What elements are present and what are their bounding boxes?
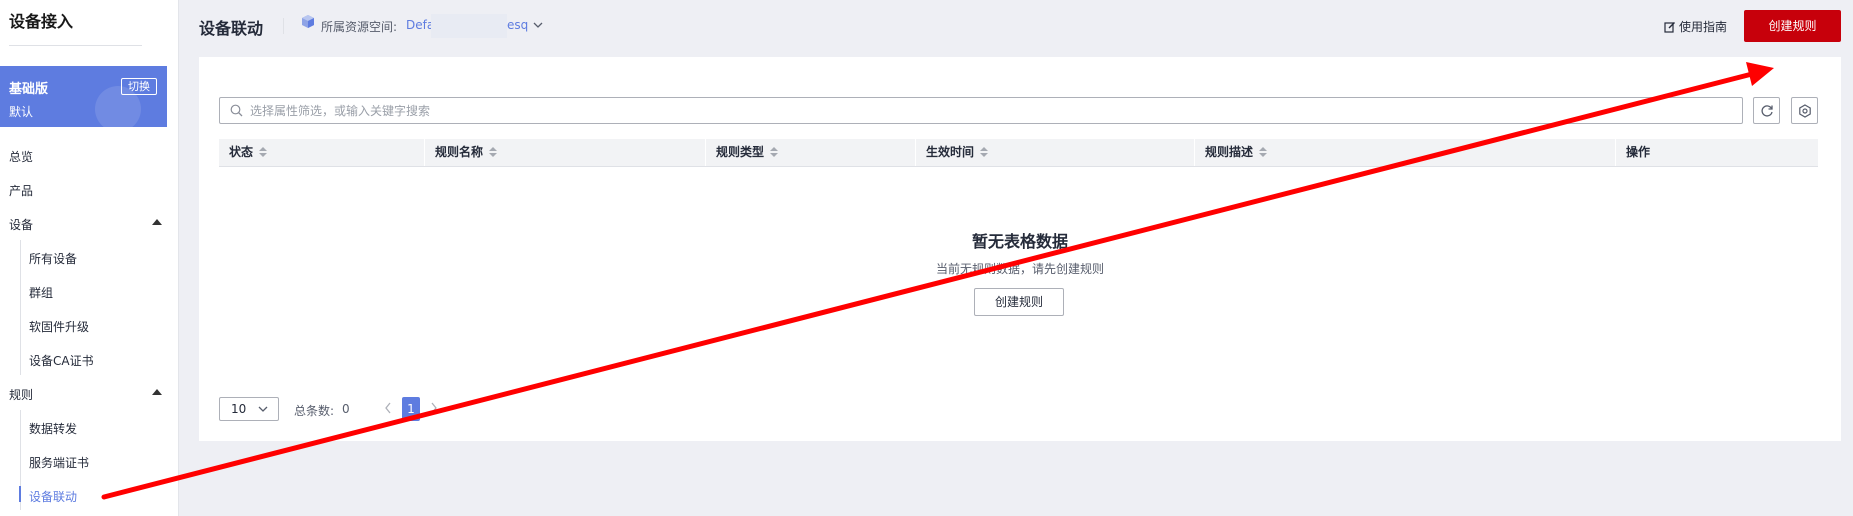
create-rule-button[interactable]: 创建规则 [1744, 10, 1841, 42]
chevron-down-icon [258, 406, 268, 412]
column-header-rule-type[interactable]: 规则类型 [706, 139, 916, 166]
usage-guide-label: 使用指南 [1679, 20, 1728, 34]
column-label: 生效时间 [926, 145, 975, 159]
sidebar-item-devices[interactable]: 设备 [9, 216, 169, 233]
page-title: 设备联动 [199, 19, 264, 38]
chevron-down-icon[interactable] [533, 20, 543, 30]
switch-edition-button[interactable]: 切换 [121, 78, 157, 95]
empty-state-description: 当前无规则数据，请先创建规则 [935, 262, 1104, 276]
sort-icon[interactable] [770, 147, 779, 158]
column-label: 规则类型 [716, 145, 765, 159]
settings-button[interactable] [1791, 97, 1818, 124]
edit-icon [1664, 22, 1675, 33]
page-size-select[interactable]: 10 [219, 397, 279, 421]
sort-icon[interactable] [980, 147, 989, 158]
column-label: 操作 [1626, 145, 1651, 159]
sidebar-item-server-cert[interactable]: 服务端证书 [29, 454, 89, 471]
page-number-current[interactable]: 1 [402, 397, 420, 421]
caret-up-icon [152, 219, 162, 225]
gear-icon [1799, 104, 1811, 118]
sidebar-item-all-devices[interactable]: 所有设备 [29, 250, 77, 267]
column-header-rule-description[interactable]: 规则描述 [1195, 139, 1616, 166]
chevron-right-icon[interactable] [430, 402, 438, 414]
sidebar-item-label: 规则 [9, 388, 34, 402]
refresh-icon [1761, 105, 1773, 117]
search-input[interactable] [250, 102, 1700, 120]
sidebar: 设备接入 基础版 默认 切换 总览 产品 设备 所有设备 群组 软固件升级 设备… [0, 0, 179, 516]
sort-icon[interactable] [489, 147, 498, 158]
sidebar-item-overview[interactable]: 总览 [9, 148, 33, 165]
total-count-label: 总条数: [294, 404, 335, 418]
total-count-value: 0 [342, 402, 350, 416]
page-size-value: 10 [231, 402, 247, 416]
table-header: 状态 规则名称 规则类型 生效时间 规则描述 操作 [219, 139, 1818, 166]
main-panel: 状态 规则名称 规则类型 生效时间 规则描述 操作 暂无表格数据 当前无规则数据… [199, 57, 1841, 441]
resource-space-value-tail[interactable]: esq [507, 18, 528, 32]
empty-state-title: 暂无表格数据 [971, 232, 1068, 251]
divider [283, 18, 284, 34]
redacted-area [431, 14, 507, 38]
divider [219, 166, 1818, 167]
usage-guide-link[interactable]: 使用指南 [1664, 18, 1727, 35]
sidebar-item-firmware-upgrade[interactable]: 软固件升级 [29, 318, 89, 335]
chevron-left-icon[interactable] [384, 402, 392, 414]
empty-create-rule-button[interactable]: 创建规则 [974, 288, 1064, 316]
sidebar-item-groups[interactable]: 群组 [29, 284, 53, 301]
sidebar-item-data-forwarding[interactable]: 数据转发 [29, 420, 77, 437]
column-header-effective-time[interactable]: 生效时间 [916, 139, 1195, 166]
column-header-rule-name[interactable]: 规则名称 [425, 139, 706, 166]
edition-card: 基础版 默认 切换 [0, 66, 167, 127]
sidebar-item-device-ca-cert[interactable]: 设备CA证书 [29, 352, 94, 369]
cube-icon [302, 15, 314, 28]
sort-icon[interactable] [1259, 147, 1268, 158]
caret-up-icon [152, 389, 162, 395]
sidebar-item-rules[interactable]: 规则 [9, 386, 169, 403]
search-icon [230, 104, 243, 117]
resource-space-value[interactable]: Defa [406, 18, 434, 32]
sidebar-item-products[interactable]: 产品 [9, 182, 33, 199]
edition-sub: 默认 [9, 105, 34, 119]
column-header-status[interactable]: 状态 [219, 139, 425, 166]
sidebar-item-label: 设备 [9, 218, 34, 232]
app-title: 设备接入 [9, 12, 74, 31]
divider [9, 45, 142, 46]
refresh-button[interactable] [1753, 97, 1780, 124]
sort-icon[interactable] [259, 147, 268, 158]
active-indicator [19, 486, 21, 502]
sidebar-item-device-linkage[interactable]: 设备联动 [29, 488, 77, 505]
tree-line [20, 240, 21, 375]
column-label: 规则名称 [435, 145, 484, 159]
search-box[interactable] [219, 97, 1743, 124]
resource-space-label: 所属资源空间: [321, 20, 398, 34]
column-label: 规则描述 [1205, 145, 1254, 159]
column-header-actions: 操作 [1616, 139, 1818, 166]
edition-name: 基础版 [9, 82, 49, 97]
column-label: 状态 [229, 145, 254, 159]
